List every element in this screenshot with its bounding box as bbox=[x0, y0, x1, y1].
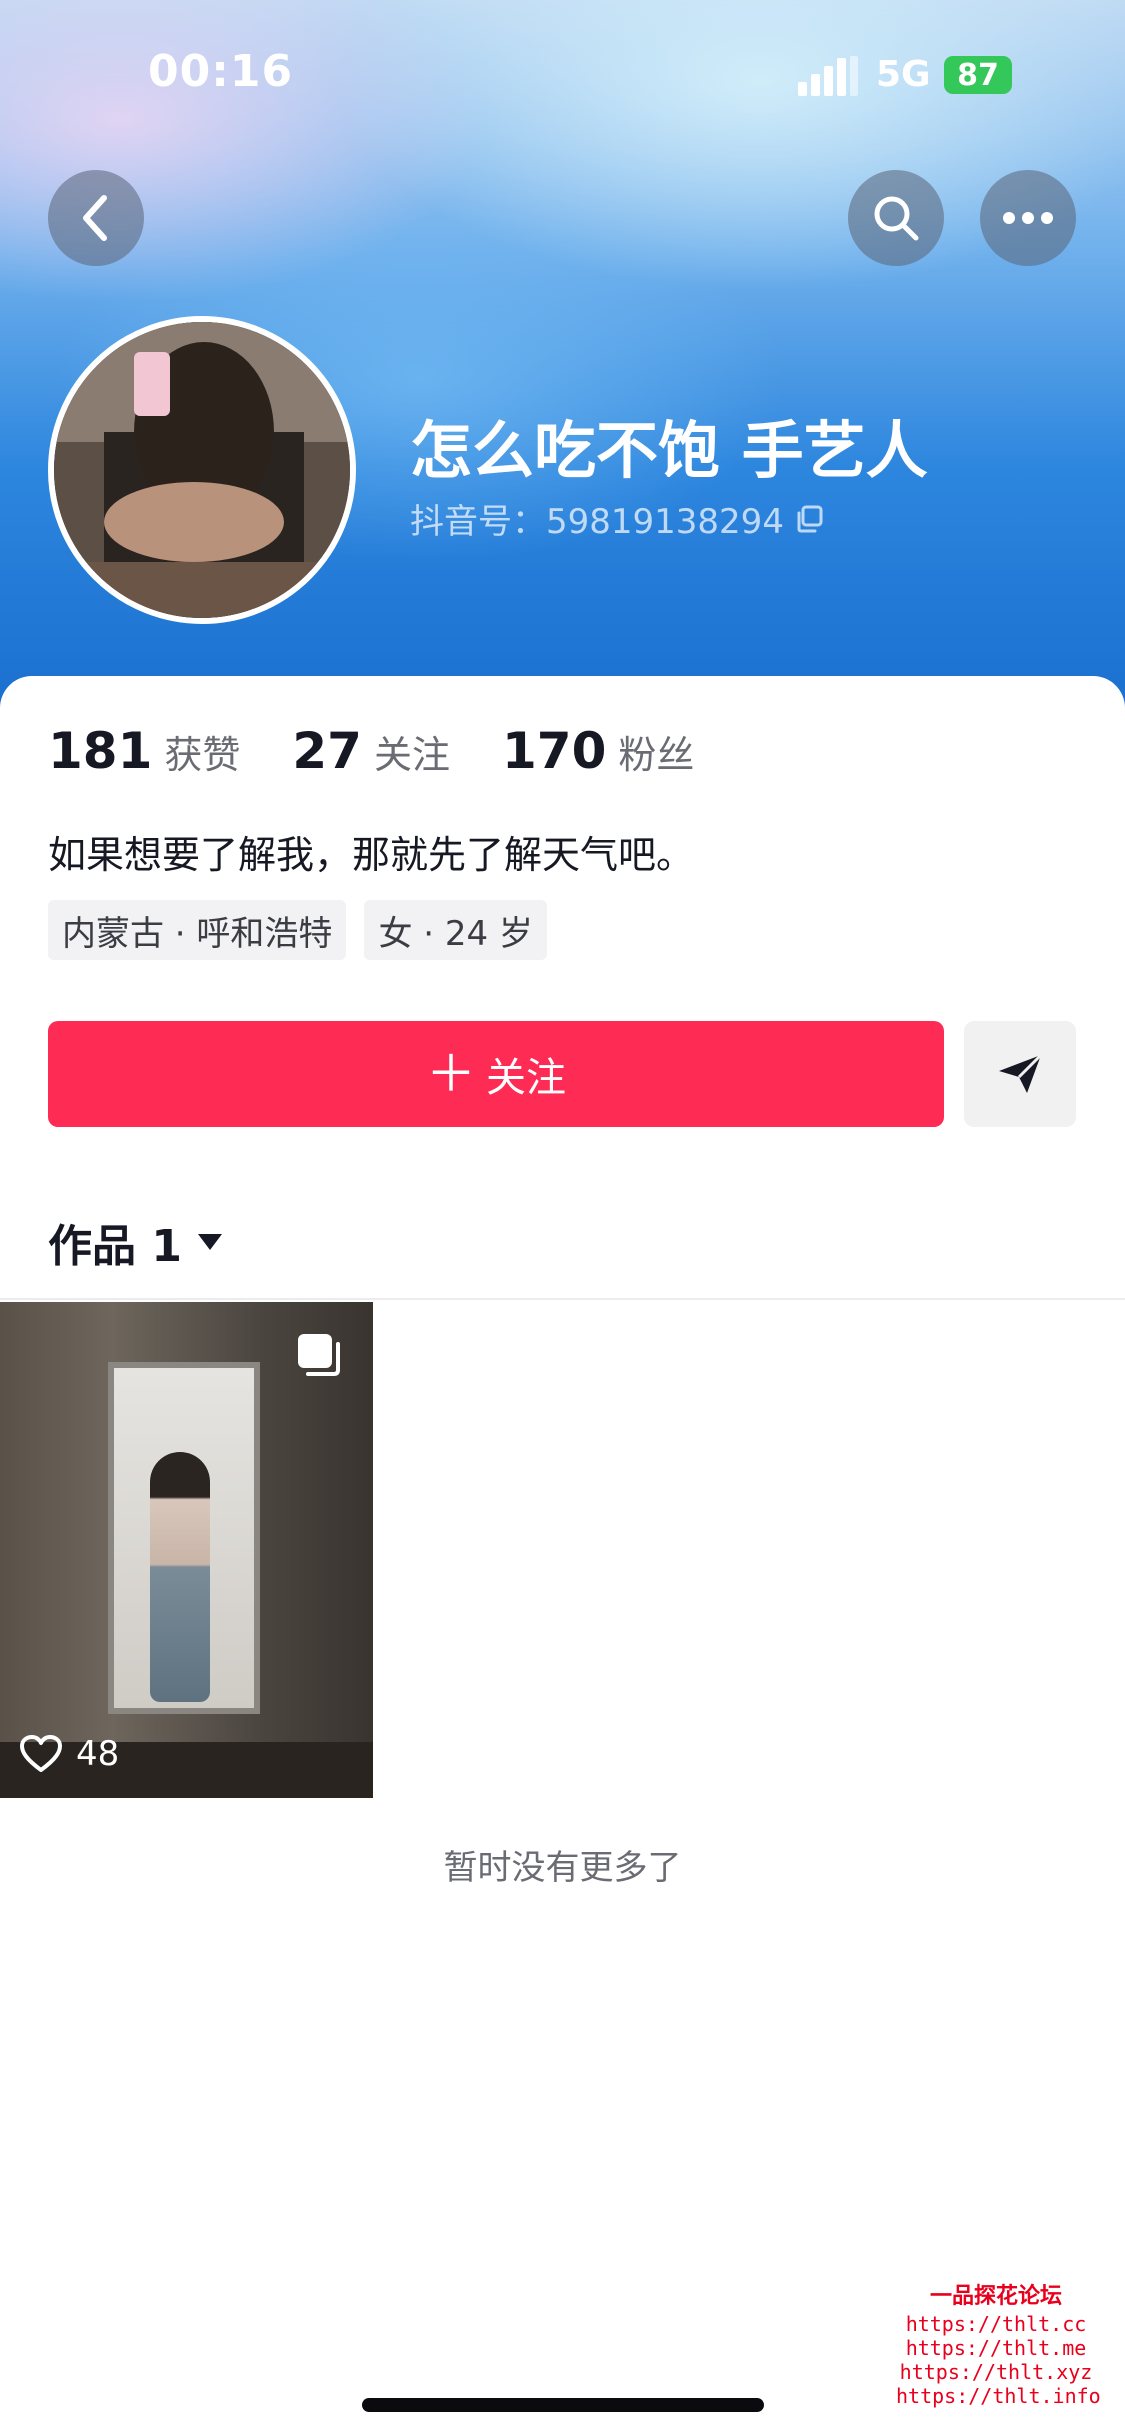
stat-likes-label: 获赞 bbox=[164, 733, 241, 777]
home-indicator[interactable] bbox=[362, 2398, 764, 2412]
video-tile[interactable]: 48 bbox=[0, 1302, 373, 1798]
stat-followers-value: 170 bbox=[502, 722, 607, 780]
watermark: 一品探花论坛 https://thlt.cc https://thlt.me h… bbox=[896, 2283, 1101, 2408]
stat-following[interactable]: 27 关注 bbox=[292, 722, 450, 780]
multi-image-icon bbox=[298, 1334, 340, 1376]
network-type: 5G bbox=[876, 54, 931, 95]
avatar[interactable] bbox=[48, 316, 356, 624]
watermark-link-4: https://thlt.info bbox=[896, 2384, 1101, 2408]
stat-likes[interactable]: 181 获赞 bbox=[48, 722, 240, 780]
battery-level: 87 bbox=[957, 57, 999, 93]
douyin-id-text: 抖音号：59819138294 bbox=[410, 502, 784, 542]
profile-stats: 181 获赞 27 关注 170 粉丝 bbox=[48, 722, 746, 780]
stat-followers-label: 粉丝 bbox=[618, 733, 695, 777]
search-icon bbox=[874, 196, 919, 241]
tab-works[interactable]: 作品 1 bbox=[48, 1210, 224, 1274]
stat-following-value: 27 bbox=[292, 722, 362, 780]
back-button[interactable] bbox=[48, 170, 144, 266]
signal-icon bbox=[798, 56, 858, 96]
video-likes-count: 48 bbox=[76, 1734, 120, 1774]
profile-tags: 内蒙古 · 呼和浩特 女 · 24 岁 bbox=[48, 900, 547, 960]
plus-icon: ＋ bbox=[426, 1045, 476, 1103]
tab-divider bbox=[0, 1298, 1125, 1300]
tab-works-label: 作品 1 bbox=[48, 1221, 182, 1272]
battery-indicator: 87 bbox=[944, 56, 1012, 94]
video-thumbnail-figure bbox=[150, 1452, 210, 1702]
video-likes: 48 bbox=[20, 1734, 119, 1774]
send-message-button[interactable] bbox=[964, 1021, 1076, 1127]
stat-following-label: 关注 bbox=[373, 733, 450, 777]
heart-icon bbox=[20, 1735, 62, 1772]
stat-followers[interactable]: 170 粉丝 bbox=[502, 722, 694, 780]
douyin-id: 抖音号：59819138294 bbox=[410, 494, 824, 543]
copy-icon[interactable] bbox=[794, 504, 824, 534]
location-tag: 内蒙古 · 呼和浩特 bbox=[48, 900, 347, 960]
watermark-link-2: https://thlt.me bbox=[905, 2336, 1087, 2360]
end-of-list-text: 暂时没有更多了 bbox=[443, 1848, 682, 1888]
caret-down-icon bbox=[197, 1234, 222, 1250]
chevron-left-icon bbox=[83, 195, 107, 241]
status-time: 00:16 bbox=[148, 46, 294, 97]
watermark-link-1: https://thlt.cc bbox=[905, 2312, 1087, 2336]
gender-age-tag: 女 · 24 岁 bbox=[364, 900, 547, 960]
search-button[interactable] bbox=[848, 170, 944, 266]
watermark-link-3: https://thlt.xyz bbox=[899, 2360, 1093, 2384]
more-button[interactable] bbox=[980, 170, 1076, 266]
follow-button-label: 关注 bbox=[486, 1055, 566, 1101]
send-icon bbox=[999, 1053, 1043, 1093]
watermark-title: 一品探花论坛 bbox=[929, 2283, 1062, 2309]
stat-likes-value: 181 bbox=[48, 722, 153, 780]
more-dots-icon bbox=[1003, 212, 1053, 224]
profile-bio: 如果想要了解我，那就先了解天气吧。 bbox=[48, 833, 695, 877]
avatar-photo bbox=[54, 322, 350, 618]
profile-nickname: 怎么吃不饱 手艺人 bbox=[410, 414, 928, 487]
follow-button[interactable]: ＋ 关注 bbox=[48, 1021, 944, 1127]
